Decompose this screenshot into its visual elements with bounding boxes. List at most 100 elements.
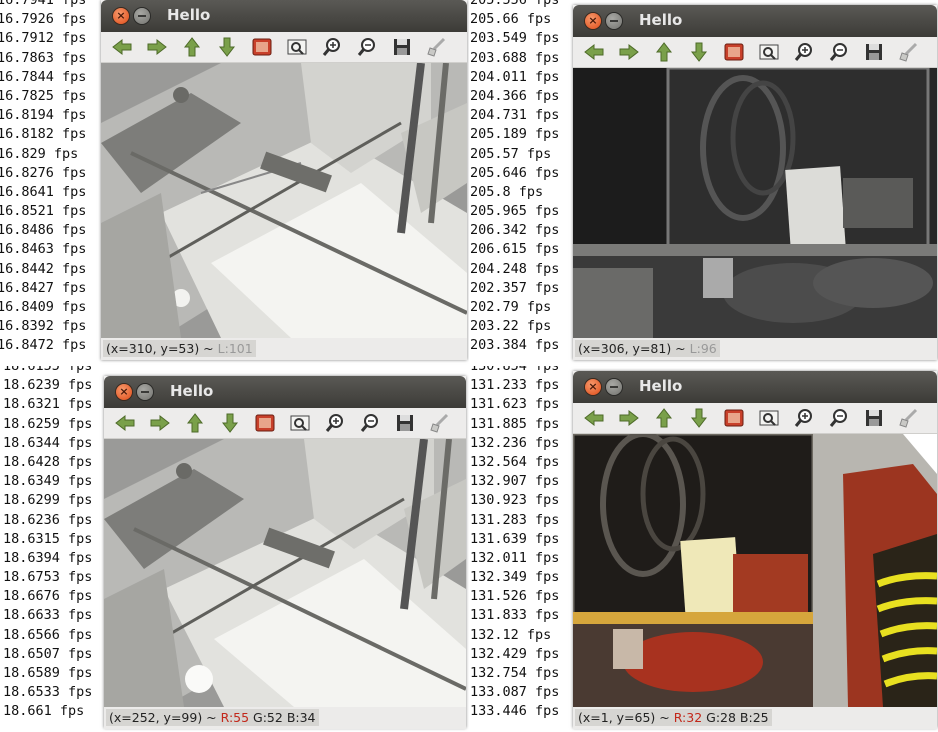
fps-line: 16.8182 fps	[0, 126, 87, 143]
fps-line: 204.366 fps	[470, 87, 560, 104]
properties-icon[interactable]	[894, 39, 924, 65]
arrow-down-icon[interactable]	[212, 34, 242, 60]
zoom-fit-icon[interactable]	[754, 405, 784, 431]
arrow-left-icon[interactable]	[579, 405, 609, 431]
fps-line: 131.623 fps	[470, 396, 560, 413]
fps-log: 18.6155 fps 18.6239 fps 18.6321 fps 18.6259…	[3, 366, 92, 722]
arrow-left-icon[interactable]	[579, 39, 609, 65]
image-icon[interactable]	[719, 39, 749, 65]
window-hello: × Hello (x=306, y=81) ~ L:96	[573, 5, 937, 360]
fps-line: 16.7825 fps	[0, 87, 87, 104]
zoom-out-icon[interactable]	[824, 405, 854, 431]
fps-line: 133.446 fps	[470, 703, 560, 720]
fps-line: 16.7912 fps	[0, 30, 87, 47]
fps-line: 16.8194 fps	[0, 107, 87, 124]
fps-line: 16.8472 fps	[0, 337, 87, 354]
camera-view[interactable]	[573, 68, 937, 338]
minimize-icon[interactable]	[606, 13, 622, 29]
camera-frame-grayscale	[101, 63, 467, 338]
arrow-up-icon[interactable]	[649, 405, 679, 431]
minimize-icon[interactable]	[134, 8, 150, 24]
fps-line: 131.639 fps	[470, 530, 560, 547]
zoom-in-icon[interactable]	[789, 405, 819, 431]
title-bar[interactable]: × Hello	[573, 371, 937, 403]
arrow-down-icon[interactable]	[684, 405, 714, 431]
save-icon[interactable]	[390, 410, 420, 436]
arrow-up-icon[interactable]	[649, 39, 679, 65]
fps-line: 203.688 fps	[470, 49, 560, 66]
camera-view[interactable]	[101, 63, 467, 338]
fps-line: 18.6259 fps	[3, 415, 93, 432]
cursor-coords: (x=1, y=65) ~	[578, 710, 674, 725]
zoom-fit-icon[interactable]	[754, 39, 784, 65]
fps-log: 205.556 fps 205.66 fps 203.549 fps 203.688 …	[470, 0, 559, 356]
arrow-down-icon[interactable]	[215, 410, 245, 436]
fps-line: 16.8409 fps	[0, 299, 87, 315]
zoom-fit-icon[interactable]	[282, 34, 312, 60]
properties-icon[interactable]	[422, 34, 452, 60]
properties-icon[interactable]	[894, 405, 924, 431]
arrow-right-icon[interactable]	[142, 34, 172, 60]
zoom-out-icon[interactable]	[824, 39, 854, 65]
close-icon[interactable]: ×	[116, 384, 132, 400]
fps-line: 203.22 fps	[470, 318, 552, 335]
save-icon[interactable]	[859, 39, 889, 65]
channel-value: G:28	[702, 710, 736, 725]
zoom-fit-icon[interactable]	[285, 410, 315, 436]
fps-line: 131.885 fps	[470, 415, 560, 432]
fps-line: 133.087 fps	[470, 684, 560, 701]
arrow-up-icon[interactable]	[180, 410, 210, 436]
zoom-in-icon[interactable]	[789, 39, 819, 65]
arrow-right-icon[interactable]	[614, 405, 644, 431]
properties-icon[interactable]	[425, 410, 455, 436]
zoom-out-icon[interactable]	[355, 410, 385, 436]
fps-line: 131.283 fps	[470, 511, 560, 528]
fps-line: 18.6155 fps	[3, 366, 93, 374]
arrow-right-icon[interactable]	[614, 39, 644, 65]
image-icon[interactable]	[719, 405, 749, 431]
arrow-down-icon[interactable]	[684, 39, 714, 65]
arrow-up-icon[interactable]	[177, 34, 207, 60]
pixel-readout: (x=252, y=99) ~ R:55 G:52 B:34	[106, 709, 319, 726]
fps-line: 203.549 fps	[470, 30, 560, 47]
minimize-icon[interactable]	[137, 384, 153, 400]
fps-log: 16.7941 fps 16.7926 fps 16.7912 fps 16.7863…	[0, 0, 86, 356]
fps-line: 16.8521 fps	[0, 203, 87, 220]
camera-frame-dark	[573, 68, 937, 338]
minimize-icon[interactable]	[606, 379, 622, 395]
fps-line: 16.8427 fps	[0, 279, 87, 296]
arrow-left-icon[interactable]	[107, 34, 137, 60]
fps-line: 16.8392 fps	[0, 318, 87, 335]
title-bar[interactable]: × Hello	[573, 5, 937, 37]
quadrant-top-left: 16.7941 fps 16.7926 fps 16.7912 fps 16.7863…	[0, 0, 469, 366]
fps-line: 18.6633 fps	[3, 607, 93, 624]
title-bar[interactable]: × Hello	[104, 376, 466, 408]
close-icon[interactable]: ×	[585, 379, 601, 395]
close-icon[interactable]: ×	[585, 13, 601, 29]
toolbar	[573, 37, 937, 68]
fps-line: 132.429 fps	[470, 645, 560, 662]
camera-view[interactable]	[573, 434, 937, 707]
fps-line: 18.6753 fps	[3, 569, 93, 586]
image-icon[interactable]	[250, 410, 280, 436]
arrow-right-icon[interactable]	[145, 410, 175, 436]
close-icon[interactable]: ×	[113, 8, 129, 24]
pixel-readout: (x=306, y=81) ~ L:96	[575, 340, 720, 357]
save-icon[interactable]	[387, 34, 417, 60]
save-icon[interactable]	[859, 405, 889, 431]
fps-line: 205.57 fps	[470, 145, 552, 162]
zoom-out-icon[interactable]	[352, 34, 382, 60]
pixel-readout: (x=310, y=53) ~ L:101	[103, 340, 256, 357]
camera-view[interactable]	[104, 439, 466, 707]
fps-line: 206.615 fps	[470, 241, 560, 258]
window-hello: × Hello (x=310, y=53) ~ L:101	[101, 0, 467, 360]
title-bar[interactable]: × Hello	[101, 0, 467, 32]
arrow-left-icon[interactable]	[110, 410, 140, 436]
fps-line: 18.661 fps	[3, 703, 85, 720]
image-icon[interactable]	[247, 34, 277, 60]
fps-line: 205.646 fps	[470, 164, 560, 181]
zoom-in-icon[interactable]	[317, 34, 347, 60]
zoom-in-icon[interactable]	[320, 410, 350, 436]
fps-line: 16.7844 fps	[0, 68, 87, 85]
window-title: Hello	[170, 382, 214, 400]
